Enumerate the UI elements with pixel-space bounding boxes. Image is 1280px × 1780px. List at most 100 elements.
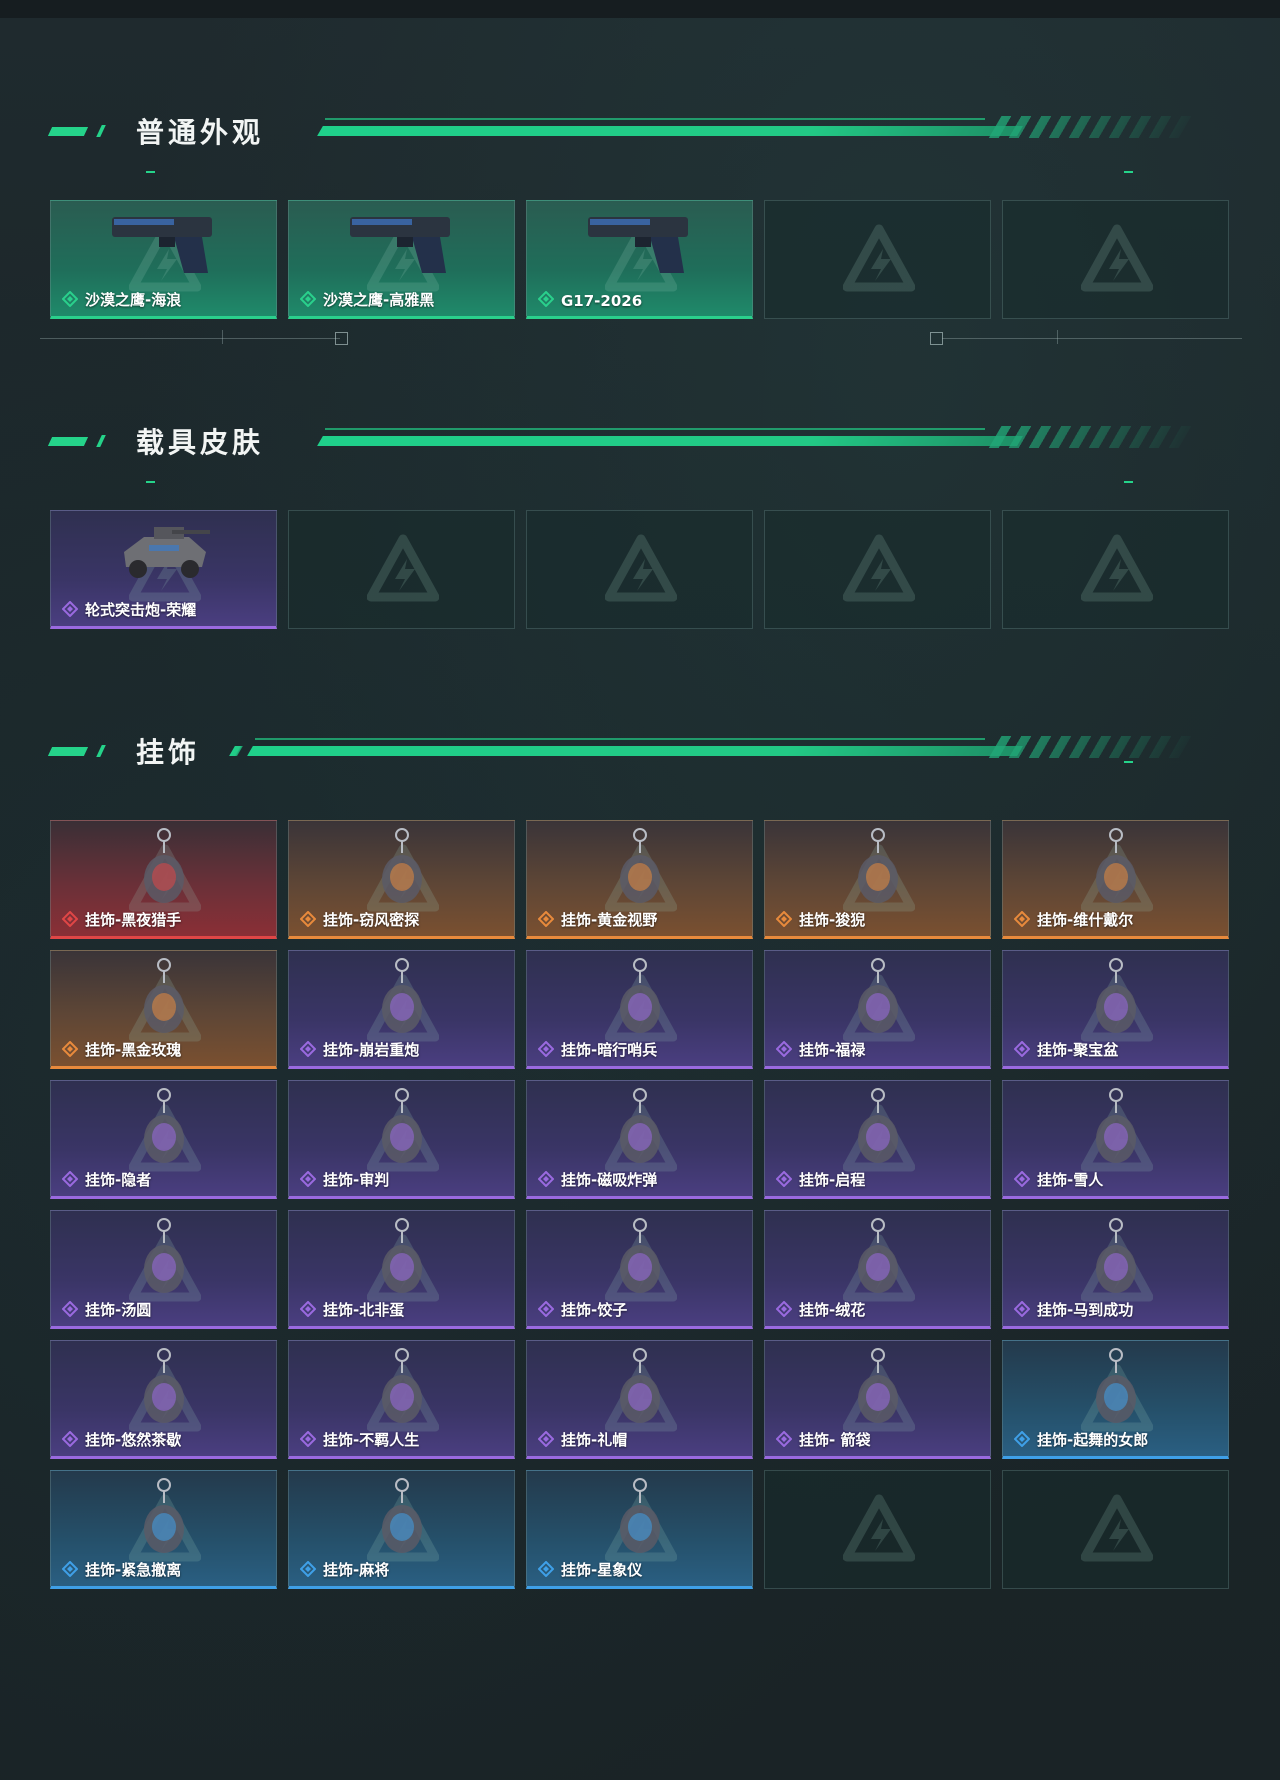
- rarity-gem-icon: [538, 291, 554, 307]
- item-name: 挂饰-北非蛋: [323, 1301, 405, 1319]
- watermark-logo-icon: [1081, 1494, 1153, 1562]
- rarity-gem-icon: [62, 601, 78, 617]
- item-card[interactable]: 轮式突击炮-荣耀: [50, 510, 277, 629]
- item-name: 挂饰-马到成功: [1037, 1301, 1134, 1319]
- item-card[interactable]: 沙漠之鹰-高雅黑: [288, 200, 515, 319]
- rarity-gem-icon: [62, 291, 78, 307]
- charm-icon: [1095, 1088, 1136, 1163]
- charm-icon: [143, 1478, 184, 1553]
- item-card[interactable]: 挂饰-维什戴尔: [1002, 820, 1229, 939]
- charm-icon: [619, 1218, 660, 1293]
- item-name: 挂饰-黄金视野: [561, 911, 658, 929]
- item-card[interactable]: 挂饰-黑夜猎手: [50, 820, 277, 939]
- pistol-icon: [111, 217, 212, 273]
- charm-icon: [619, 1088, 660, 1163]
- rarity-gem-icon: [1014, 1431, 1030, 1447]
- rarity-gem-icon: [1014, 911, 1030, 927]
- item-card[interactable]: 挂饰-福禄: [764, 950, 991, 1069]
- rarity-gem-icon: [62, 1301, 78, 1317]
- watermark-logo-icon: [1081, 534, 1153, 602]
- item-name: 挂饰- 箭袋: [799, 1431, 871, 1449]
- item-card[interactable]: 挂饰-不羁人生: [288, 1340, 515, 1459]
- item-card[interactable]: 挂饰-暗行哨兵: [526, 950, 753, 1069]
- charm-icon: [857, 958, 898, 1033]
- item-name: 沙漠之鹰-高雅黑: [323, 291, 435, 309]
- item-card[interactable]: 挂饰-磁吸炸弹: [526, 1080, 753, 1199]
- section-title: 载具皮肤: [136, 426, 265, 459]
- charm-icon: [619, 958, 660, 1033]
- item-card[interactable]: 沙漠之鹰-海浪: [50, 200, 277, 319]
- item-card[interactable]: 挂饰-启程: [764, 1080, 991, 1199]
- item-name: 挂饰-黑金玫瑰: [85, 1041, 182, 1059]
- item-card[interactable]: 挂饰-马到成功: [1002, 1210, 1229, 1329]
- item-card[interactable]: 挂饰-审判: [288, 1080, 515, 1199]
- rarity-gem-icon: [300, 1171, 316, 1187]
- item-name: 挂饰-窃风密探: [323, 911, 420, 929]
- item-card[interactable]: 挂饰-崩岩重炮: [288, 950, 515, 1069]
- item-name: 沙漠之鹰-海浪: [85, 291, 182, 309]
- rarity-gem-icon: [776, 1301, 792, 1317]
- watermark-logo-icon: [1081, 224, 1153, 292]
- charm-icon: [619, 1348, 660, 1423]
- rarity-gem-icon: [538, 911, 554, 927]
- item-card[interactable]: 挂饰-聚宝盆: [1002, 950, 1229, 1069]
- item-card[interactable]: 挂饰-起舞的女郎: [1002, 1340, 1229, 1459]
- item-card[interactable]: 挂饰-悠然茶歇: [50, 1340, 277, 1459]
- empty-slot: [1002, 1470, 1229, 1589]
- rarity-gem-icon: [776, 1171, 792, 1187]
- rarity-gem-icon: [62, 1041, 78, 1057]
- item-grid: 挂饰-黑夜猎手 挂饰-窃风密探 挂饰-黄金视野 挂饰-狻猊 挂饰-维什戴尔挂饰-黑金玫瑰…: [50, 820, 1229, 1589]
- charm-icon: [857, 1218, 898, 1293]
- charm-icon: [143, 1088, 184, 1163]
- charm-icon: [381, 1088, 422, 1163]
- rarity-gem-icon: [1014, 1301, 1030, 1317]
- vehicle-icon: [123, 527, 210, 578]
- item-name: 挂饰-绒花: [799, 1301, 866, 1319]
- item-card[interactable]: 挂饰-窃风密探: [288, 820, 515, 939]
- item-card[interactable]: 挂饰-绒花: [764, 1210, 991, 1329]
- rarity-gem-icon: [1014, 1171, 1030, 1187]
- item-name: 挂饰-维什戴尔: [1037, 911, 1134, 929]
- item-name: G17-2026: [561, 292, 643, 310]
- item-card[interactable]: 挂饰-狻猊: [764, 820, 991, 939]
- item-card[interactable]: 挂饰-黑金玫瑰: [50, 950, 277, 1069]
- charm-icon: [1095, 828, 1136, 903]
- item-card[interactable]: 挂饰-北非蛋: [288, 1210, 515, 1329]
- rarity-gem-icon: [300, 1041, 316, 1057]
- item-card[interactable]: 挂饰- 箭袋: [764, 1340, 991, 1459]
- charm-icon: [381, 1348, 422, 1423]
- item-card[interactable]: 挂饰-隐者: [50, 1080, 277, 1199]
- item-card[interactable]: 挂饰-星象仪: [526, 1470, 753, 1589]
- item-card[interactable]: 挂饰-雪人: [1002, 1080, 1229, 1199]
- item-card[interactable]: 挂饰-饺子: [526, 1210, 753, 1329]
- empty-slot: [526, 510, 753, 629]
- item-name: 轮式突击炮-荣耀: [85, 601, 197, 619]
- item-name: 挂饰-礼帽: [561, 1431, 628, 1449]
- empty-slot: [764, 200, 991, 319]
- item-card[interactable]: 挂饰-紧急撤离: [50, 1470, 277, 1589]
- charm-icon: [1095, 958, 1136, 1033]
- watermark-logo-icon: [843, 534, 915, 602]
- item-grid: 沙漠之鹰-海浪 沙漠之鹰-高雅黑 G17-2026: [50, 200, 1229, 319]
- charm-icon: [381, 828, 422, 903]
- charm-icon: [143, 1348, 184, 1423]
- item-card[interactable]: 挂饰-汤圆: [50, 1210, 277, 1329]
- charm-icon: [1095, 1348, 1136, 1423]
- charm-icon: [143, 1218, 184, 1293]
- empty-slot: [764, 1470, 991, 1589]
- item-card[interactable]: 挂饰-麻将: [288, 1470, 515, 1589]
- charm-icon: [619, 1478, 660, 1553]
- item-name: 挂饰-悠然茶歇: [85, 1431, 182, 1449]
- item-name: 挂饰-星象仪: [561, 1561, 643, 1579]
- rarity-gem-icon: [300, 911, 316, 927]
- charm-icon: [381, 958, 422, 1033]
- empty-slot: [1002, 510, 1229, 629]
- charm-icon: [381, 1218, 422, 1293]
- rarity-gem-icon: [62, 1431, 78, 1447]
- item-card[interactable]: G17-2026: [526, 200, 753, 319]
- section-title: 普通外观: [136, 116, 265, 149]
- item-card[interactable]: 挂饰-礼帽: [526, 1340, 753, 1459]
- rarity-gem-icon: [538, 1171, 554, 1187]
- item-card[interactable]: 挂饰-黄金视野: [526, 820, 753, 939]
- empty-slot: [1002, 200, 1229, 319]
